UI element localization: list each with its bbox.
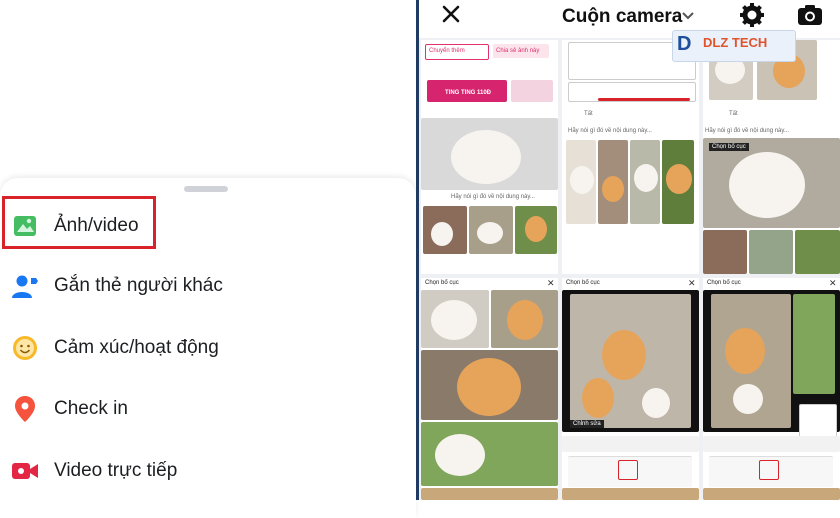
menu-item-check-in[interactable]: Check in: [0, 383, 416, 435]
caption-prompt: Hãy nói gì đó về nội dung này...: [451, 194, 535, 200]
menu-item-live-video[interactable]: Video trực tiếp: [0, 445, 416, 497]
post-options-panel: Ảnh/video Gắn thẻ người khác Cảm xúc/hoạ…: [0, 0, 416, 518]
explore-label: Chuyển thêm: [429, 48, 465, 54]
sheet-drag-handle[interactable]: [184, 186, 228, 192]
feeling-emoji-icon: [10, 333, 40, 363]
dlz-logo-mark-icon: D: [677, 33, 692, 55]
photo-thumbnail[interactable]: Tất Hãy nói gì đó về nội dung này... Chọ…: [703, 40, 840, 274]
photo-thumbnail[interactable]: Tất Hãy nói gì đó về nội dung này...: [562, 40, 699, 274]
chevron-down-icon[interactable]: [682, 8, 694, 25]
size-label: Tất: [729, 111, 738, 117]
photo-thumbnail[interactable]: Chuyển thêm Chia sẻ ảnh này TING TING 11…: [421, 40, 558, 274]
photo-video-highlight-box: [2, 196, 156, 249]
camera-icon[interactable]: [797, 3, 823, 32]
menu-item-label: Check in: [54, 398, 128, 419]
gear-icon[interactable]: [739, 2, 765, 33]
camera-roll-title[interactable]: Cuộn camera: [562, 6, 682, 28]
size-label: Tất: [584, 111, 593, 117]
menu-item-tag-people[interactable]: Gắn thẻ người khác: [0, 260, 416, 312]
choose-layout-label: Chọn bố cục: [425, 280, 459, 286]
menu-item-feeling-activity[interactable]: Cảm xúc/hoạt động: [0, 322, 416, 374]
menu-item-label: Video trực tiếp: [54, 460, 178, 481]
photo-thumbnail[interactable]: Chọn bố cục ✕: [703, 278, 840, 500]
photo-thumbnail[interactable]: Chọn bố cục ✕ Chỉnh sửa: [562, 278, 699, 500]
choose-layout-label: Chọn bố cục: [566, 280, 600, 286]
location-pin-icon: [10, 394, 40, 424]
dlz-tech-logo: D DLZ TECH: [672, 30, 796, 62]
close-icon[interactable]: ✕: [547, 278, 555, 289]
photo-thumbnail[interactable]: Chọn bố cục ✕: [421, 278, 558, 500]
menu-item-label: Gắn thẻ người khác: [54, 275, 223, 296]
choose-layout-label: Chọn bố cục: [707, 280, 741, 286]
promo-label: TING TING 110Đ: [445, 90, 492, 96]
choose-layout-label[interactable]: Chọn bố cục: [709, 143, 749, 151]
tag-people-icon: [10, 271, 40, 301]
live-video-icon: [10, 456, 40, 486]
camera-roll-grid: Chuyển thêm Chia sẻ ảnh này TING TING 11…: [419, 38, 840, 500]
close-icon[interactable]: ✕: [688, 278, 696, 289]
camera-roll-panel: Cuộn camera Chuyển thêm Chia sẻ ảnh này …: [419, 0, 840, 500]
logo-text: DLZ TECH: [703, 35, 768, 50]
menu-item-label: Cảm xúc/hoạt động: [54, 337, 219, 358]
close-icon[interactable]: [441, 4, 461, 29]
caption-prompt: Hãy nói gì đó về nội dung này...: [568, 128, 652, 134]
share-label: Chia sẻ ảnh này: [496, 48, 540, 54]
caption-prompt: Hãy nói gì đó về nội dung này...: [705, 128, 789, 134]
close-icon[interactable]: ✕: [829, 278, 837, 289]
edit-label[interactable]: Chỉnh sửa: [570, 420, 604, 428]
